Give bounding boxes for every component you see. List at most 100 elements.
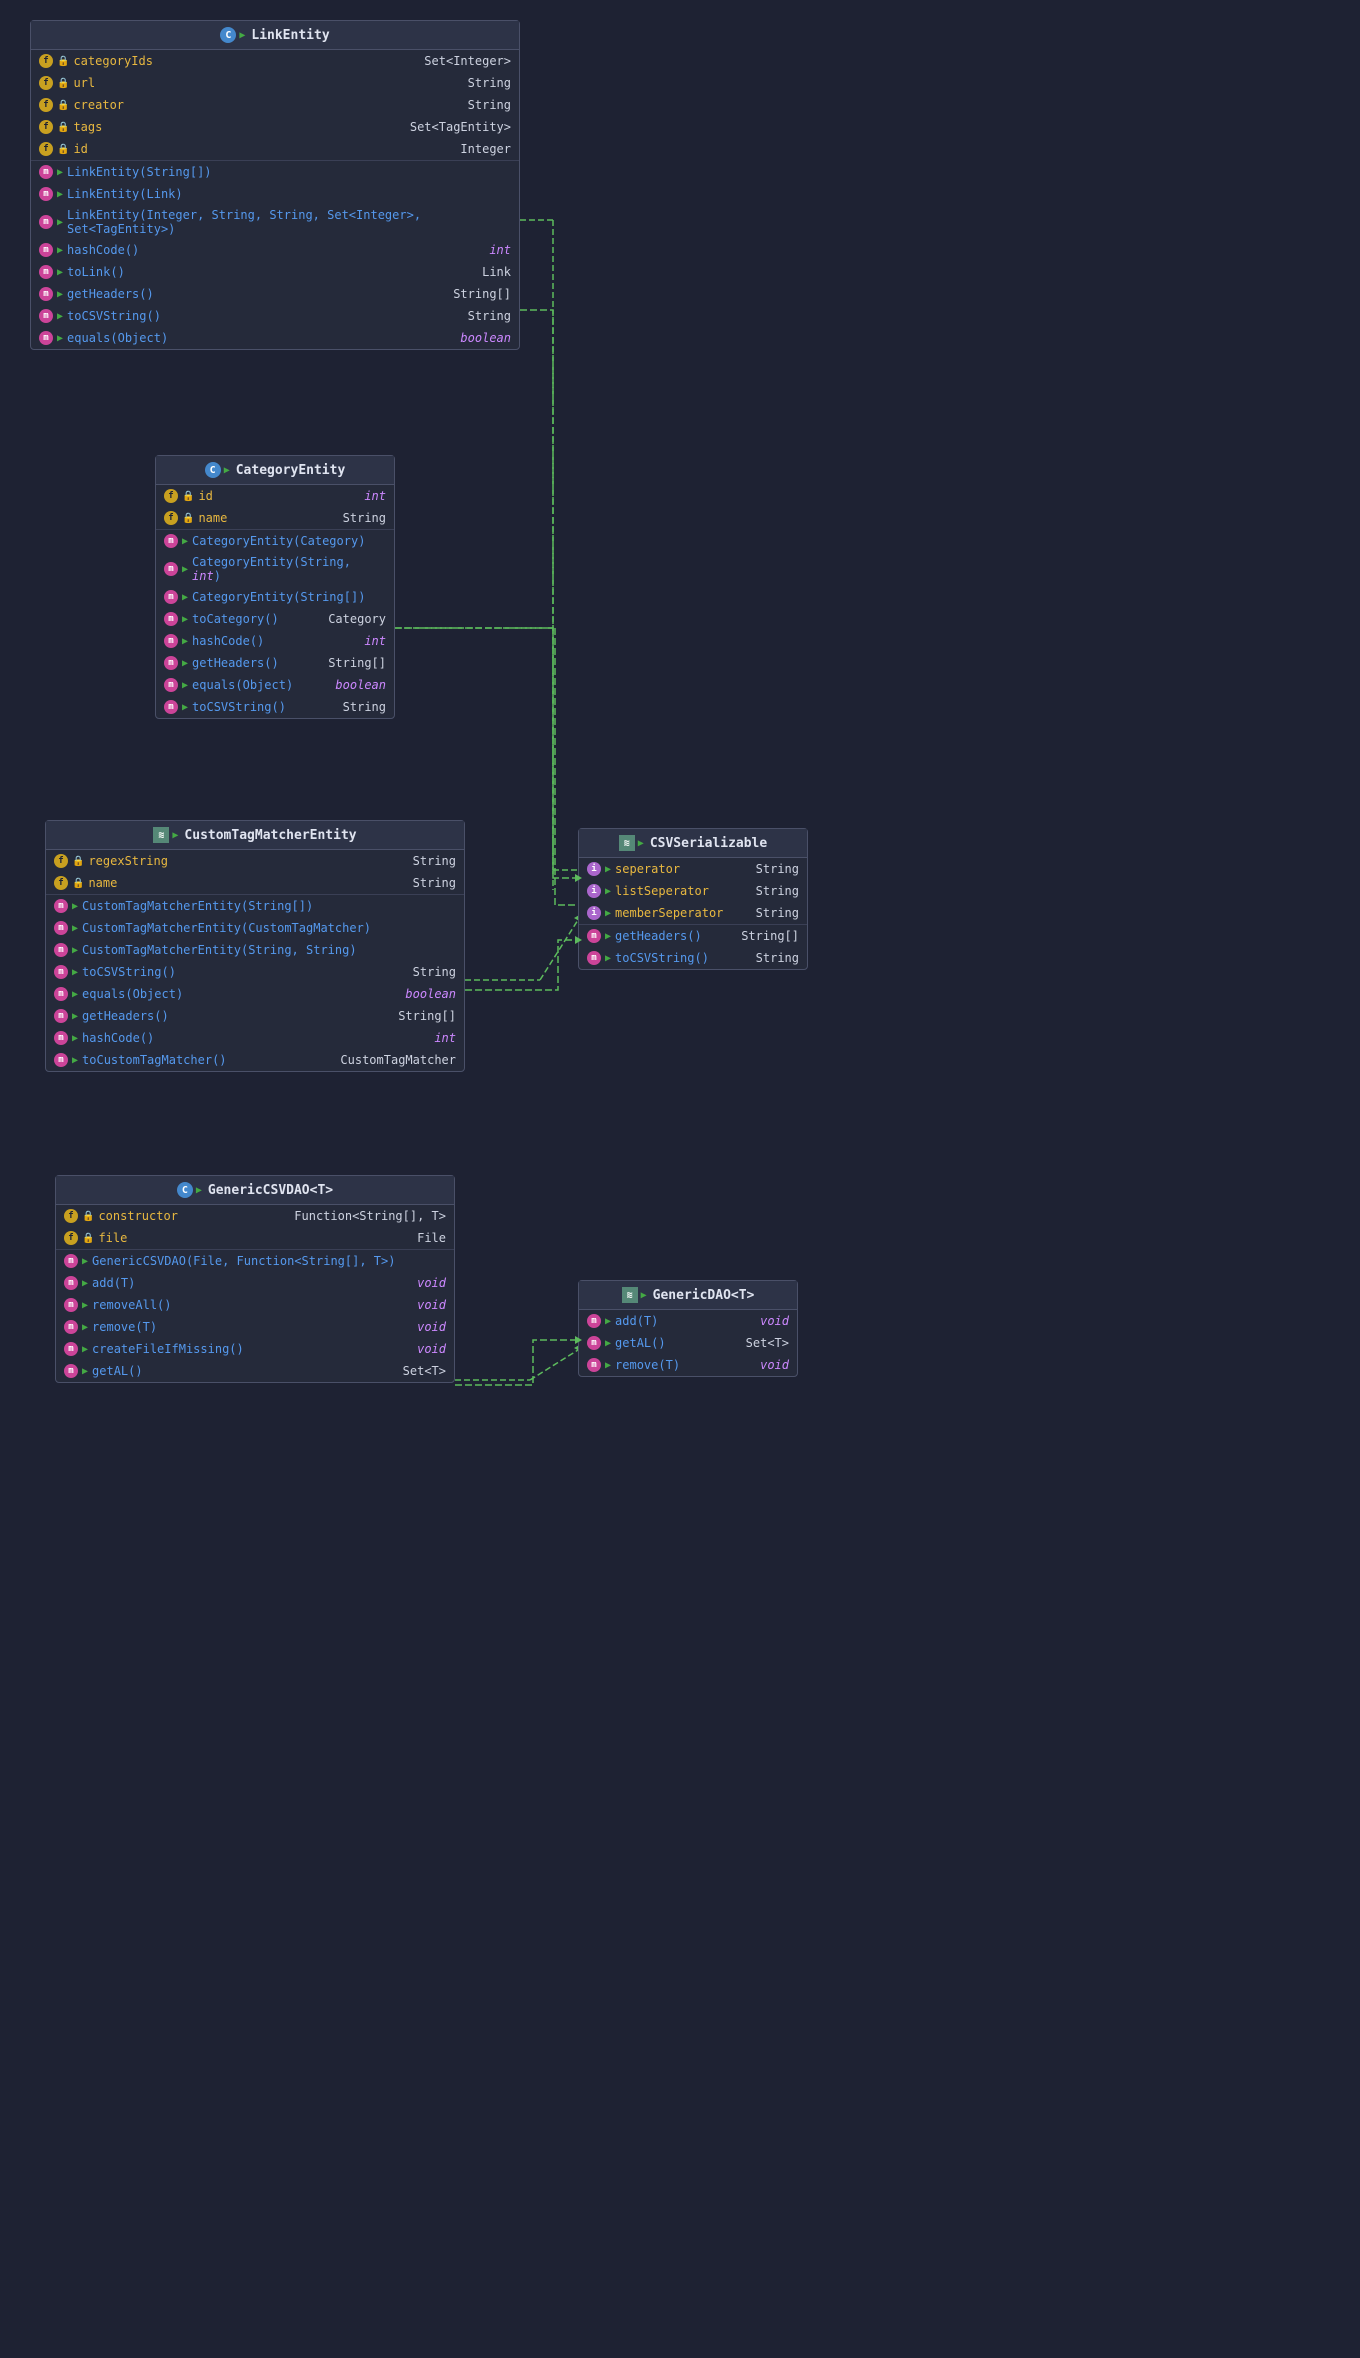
class-icon-abstract: ≋ [153,827,169,843]
method-name: removeAll() [92,1298,413,1312]
table-row: f 🔒 name String [156,507,394,529]
field-name: memberSeperator [615,906,752,920]
pub-icon: ▶ [82,1322,88,1333]
method-icon-m: m [587,1358,601,1372]
table-row: m ▶ CustomTagMatcherEntity(String[]) [46,895,464,917]
genericcsvdao-fields-section: f 🔒 constructor Function<String[], T> f … [56,1205,454,1250]
method-name: CategoryEntity(String[]) [192,590,386,604]
pub-icon: ▶ [182,564,188,575]
field-icon-f: f [39,54,53,68]
lock-icon: 🔒 [57,144,69,155]
genericdao-title: GenericDAO<T> [653,1288,755,1303]
field-icon-f: f [39,120,53,134]
table-row: m ▶ GenericCSVDAO(File, Function<String[… [56,1250,454,1272]
method-name: CustomTagMatcherEntity(String, String) [82,943,456,957]
customtagmatcher-title: CustomTagMatcherEntity [184,828,356,843]
method-type: void [417,1276,446,1290]
method-icon-m: m [164,634,178,648]
field-icon-f: f [39,98,53,112]
method-type: void [417,1298,446,1312]
pub-icon: ▶ [82,1366,88,1377]
field-name: file [98,1231,413,1245]
table-row: m ▶ toCustomTagMatcher() CustomTagMatche… [46,1049,464,1071]
class-icon-c: C [177,1182,193,1198]
class-icon-abstract: ≋ [619,835,635,851]
genericdao-header-icons: ≋ ▶ [622,1287,647,1303]
lock-icon: 🔒 [82,1211,94,1222]
field-type: Function<String[], T> [294,1209,446,1223]
method-icon-m: m [54,1031,68,1045]
field-name: name [88,876,408,890]
csvserializable-header-icons: ≋ ▶ [619,835,644,851]
table-row: m ▶ remove(T) void [56,1316,454,1338]
method-type: boolean [335,678,386,692]
table-row: m ▶ getAL() Set<T> [579,1332,797,1354]
genericcsvdao-methods-section: m ▶ GenericCSVDAO(File, Function<String[… [56,1250,454,1382]
csvserializable-methods-section: m ▶ getHeaders() String[] m ▶ toCSVStrin… [579,925,807,969]
method-name: equals(Object) [67,331,456,345]
method-name: toCSVString() [82,965,409,979]
field-icon-i: i [587,906,601,920]
table-row: f 🔒 id Integer [31,138,519,160]
pub-icon: ▶ [605,886,611,897]
method-name: remove(T) [92,1320,413,1334]
pub-icon: ▶ [82,1300,88,1311]
table-row: f 🔒 categoryIds Set<Integer> [31,50,519,72]
method-name: hashCode() [192,634,360,648]
pub-icon: ▶ [182,536,188,547]
field-icon-f: f [39,142,53,156]
method-icon-m: m [587,951,601,965]
categoryentity-methods-section: m ▶ CategoryEntity(Category) m ▶ Categor… [156,530,394,718]
field-type: String [343,511,386,525]
customtagmatcher-methods-section: m ▶ CustomTagMatcherEntity(String[]) m ▶… [46,895,464,1071]
field-type: String [756,862,799,876]
lock-icon: 🔒 [182,513,194,524]
pub-icon: ▶ [57,167,63,178]
lock-icon: 🔒 [72,878,84,889]
method-name: getHeaders() [615,929,737,943]
class-icon-abstract: ≋ [622,1287,638,1303]
table-row: m ▶ toCSVString() String [46,961,464,983]
pub-icon: ▶ [57,189,63,200]
method-type: String[] [453,287,511,301]
genericcsvdao-header-icons: C ▶ [177,1182,202,1198]
linkentity-header: C ▶ LinkEntity [31,21,519,50]
method-name: toLink() [67,265,478,279]
class-customtagmatcherentity: ≋ ▶ CustomTagMatcherEntity f 🔒 regexStri… [45,820,465,1072]
pub-icon: ▶ [82,1344,88,1355]
method-name: toCSVString() [192,700,339,714]
method-icon-m: m [587,1336,601,1350]
pub-icon: ▶ [57,311,63,322]
method-icon-m: m [54,1053,68,1067]
method-name: hashCode() [82,1031,430,1045]
pub-icon: ▶ [182,680,188,691]
method-icon-m: m [164,562,178,576]
pub-icon: ▶ [224,465,230,476]
method-icon-m: m [164,678,178,692]
class-icon-c: C [205,462,221,478]
field-icon-f: f [54,854,68,868]
pub-icon: ▶ [605,1338,611,1349]
table-row: f 🔒 name String [46,872,464,894]
pub-icon: ▶ [72,1033,78,1044]
pub-icon: ▶ [182,614,188,625]
method-type: Category [328,612,386,626]
pub-icon: ▶ [605,953,611,964]
lock-icon: 🔒 [57,122,69,133]
diagram-container: C ▶ LinkEntity f 🔒 categoryIds Set<Integ… [0,0,830,2358]
class-genericdao: ≋ ▶ GenericDAO<T> m ▶ add(T) void m ▶ ge… [578,1280,798,1377]
method-type: String [756,951,799,965]
method-name: hashCode() [67,243,485,257]
field-name: listSeperator [615,884,752,898]
pub-icon: ▶ [72,945,78,956]
field-icon-i: i [587,884,601,898]
method-icon-m: m [54,1009,68,1023]
table-row: m ▶ getHeaders() String[] [156,652,394,674]
pub-icon: ▶ [182,636,188,647]
lock-icon: 🔒 [57,56,69,67]
method-icon-m: m [54,899,68,913]
field-name: regexString [88,854,408,868]
table-row: m ▶ CategoryEntity(String, int) [156,552,394,586]
pub-icon: ▶ [605,864,611,875]
table-row: i ▶ listSeperator String [579,880,807,902]
